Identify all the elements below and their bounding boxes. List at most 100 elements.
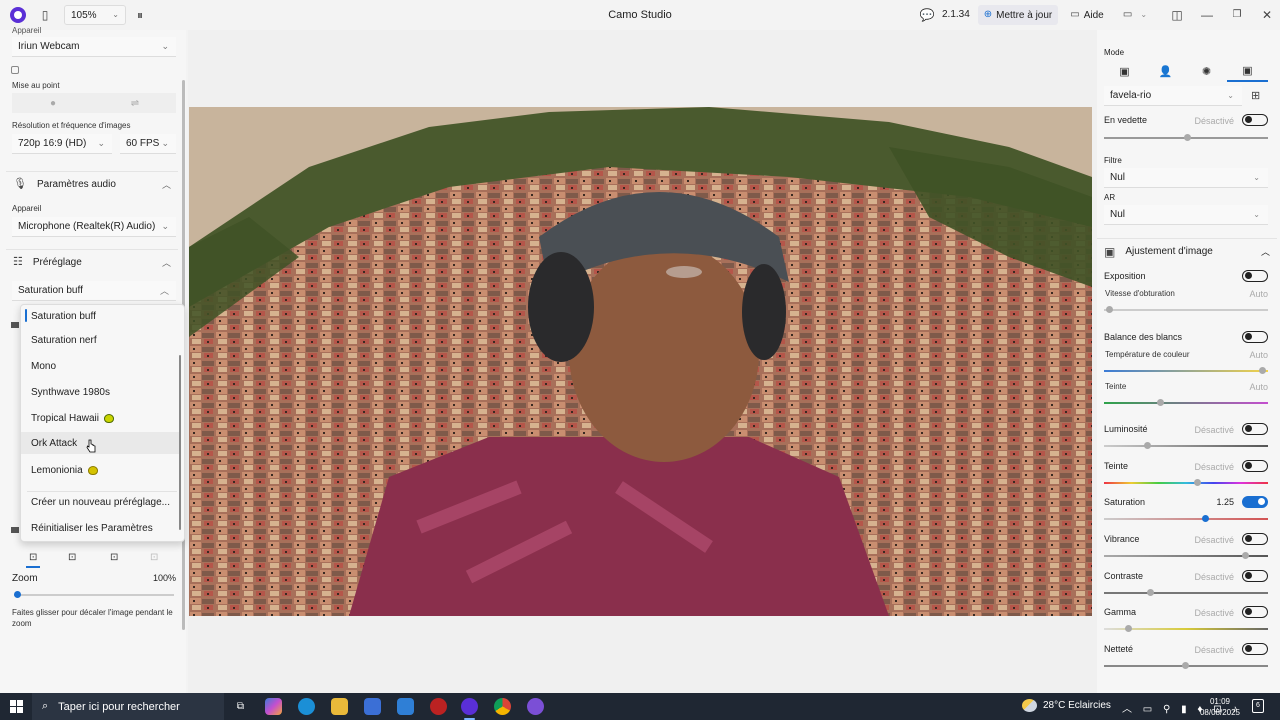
shutter-slider[interactable] bbox=[1104, 306, 1268, 313]
hue-slider[interactable] bbox=[1104, 479, 1268, 486]
exposure-toggle[interactable] bbox=[1242, 270, 1268, 282]
app-icon[interactable] bbox=[430, 698, 447, 715]
focus-manual-icon[interactable]: ⇌ bbox=[94, 93, 176, 113]
contrast-toggle[interactable] bbox=[1242, 570, 1268, 582]
resolution-select[interactable]: 720p 16:9 (HD) ⌄ bbox=[12, 134, 112, 154]
framing-auto-icon[interactable]: ⊡ bbox=[150, 552, 158, 563]
notification-icon[interactable]: 6 bbox=[1252, 699, 1264, 713]
saturation-slider[interactable] bbox=[1104, 515, 1268, 522]
preset-option[interactable]: Synthwave 1980s bbox=[21, 381, 179, 403]
spotlight-slider[interactable] bbox=[1104, 134, 1268, 141]
vibrance-slider[interactable] bbox=[1104, 552, 1268, 559]
preset-option[interactable]: Tropical Hawaii bbox=[21, 407, 179, 429]
hue-toggle[interactable] bbox=[1242, 460, 1268, 472]
reset-settings-option[interactable]: Réinitialiser les Paramètres bbox=[21, 517, 179, 539]
zoom-slider-thumb[interactable] bbox=[14, 591, 21, 598]
framing-person-icon[interactable]: ⊡ bbox=[68, 552, 76, 563]
luminosity-toggle[interactable] bbox=[1242, 423, 1268, 435]
framing-face-icon[interactable]: ⊡ bbox=[110, 552, 118, 563]
store-icon[interactable] bbox=[364, 698, 381, 715]
help-button[interactable]: ▭ Aide bbox=[1067, 5, 1107, 25]
mode-blur-icon[interactable]: ✺ bbox=[1186, 60, 1227, 82]
fps-select[interactable]: 60 FPS ⌄ bbox=[120, 134, 176, 154]
vibrance-label: Vibrance bbox=[1104, 534, 1140, 544]
background-mode-tabs[interactable]: ▣ 👤 ✺ ▣ bbox=[1104, 60, 1268, 82]
chrome-icon[interactable] bbox=[494, 698, 511, 715]
taskbar-search[interactable]: ⌕ Taper ici pour rechercher bbox=[32, 693, 224, 720]
camera-menu-button[interactable]: ▭ ⌄ bbox=[1118, 5, 1152, 25]
panel-toggle-button[interactable]: ◫ bbox=[1168, 5, 1186, 25]
white-balance-toggle[interactable] bbox=[1242, 331, 1268, 343]
slider-thumb[interactable] bbox=[1147, 589, 1154, 596]
clock[interactable]: 01:09 08/08/2025 bbox=[1198, 696, 1242, 718]
mode-person-icon[interactable]: 👤 bbox=[1145, 60, 1186, 82]
color-temp-slider[interactable] bbox=[1104, 367, 1268, 374]
lemon-emoji-icon bbox=[87, 465, 98, 475]
preset-section-header[interactable]: ☷ Préréglage ︿ bbox=[6, 249, 178, 275]
slider-thumb[interactable] bbox=[1144, 442, 1151, 449]
tint-slider[interactable] bbox=[1104, 399, 1268, 406]
zoom-slider[interactable] bbox=[14, 591, 174, 598]
minimize-button[interactable]: — bbox=[1198, 5, 1216, 25]
slider-thumb[interactable] bbox=[1182, 662, 1189, 669]
device-select[interactable]: Iriun Webcam ⌄ bbox=[12, 37, 176, 57]
saturation-toggle[interactable] bbox=[1242, 496, 1268, 508]
copilot-icon[interactable] bbox=[265, 698, 282, 715]
slider-thumb[interactable] bbox=[1242, 552, 1249, 559]
sidebar-toggle-button[interactable]: ▯ bbox=[36, 5, 54, 25]
task-view-icon[interactable]: ⧉ bbox=[232, 698, 249, 715]
slider-thumb[interactable] bbox=[1194, 479, 1201, 486]
sharpness-slider[interactable] bbox=[1104, 662, 1268, 669]
file-explorer-icon[interactable] bbox=[331, 698, 348, 715]
focus-auto-icon[interactable]: ● bbox=[12, 93, 94, 113]
mode-image-icon[interactable]: ▣ bbox=[1104, 60, 1145, 82]
ar-select[interactable]: Nul ⌄ bbox=[1104, 205, 1268, 225]
contrast-slider[interactable] bbox=[1104, 589, 1268, 596]
preset-option-label: Saturation nerf bbox=[31, 334, 97, 346]
camo-taskbar-icon[interactable] bbox=[461, 698, 478, 720]
gamma-label: Gamma bbox=[1104, 607, 1137, 617]
pause-button[interactable]: ⏸ bbox=[132, 5, 148, 25]
preset-option[interactable]: Ork Attack bbox=[21, 432, 179, 454]
audio-device-select[interactable]: Microphone (Realtek(R) Audio) ⌄ bbox=[12, 217, 176, 237]
camera-preview[interactable] bbox=[189, 107, 1092, 616]
focus-mode-toggle[interactable]: ● ⇌ bbox=[12, 93, 176, 113]
zoom-select[interactable]: 105% ⌄ bbox=[64, 5, 126, 25]
filter-select[interactable]: Nul ⌄ bbox=[1104, 168, 1268, 188]
framing-center-icon[interactable]: ⊡ bbox=[26, 552, 41, 568]
slider-thumb[interactable] bbox=[1125, 625, 1132, 632]
slider-thumb[interactable] bbox=[1106, 306, 1113, 313]
slider-thumb[interactable] bbox=[1184, 134, 1191, 141]
restore-button[interactable]: ❐ bbox=[1228, 5, 1246, 25]
dropdown-scrollbar[interactable] bbox=[179, 355, 181, 530]
lock-icon[interactable] bbox=[11, 66, 19, 74]
background-select[interactable]: favela-rio ⌄ bbox=[1104, 86, 1242, 106]
preset-option[interactable]: Saturation buff bbox=[21, 305, 179, 327]
create-preset-option[interactable]: Créer un nouveau préréglage... bbox=[21, 491, 179, 513]
slider-thumb[interactable] bbox=[1259, 367, 1266, 374]
feedback-button[interactable]: 💬 bbox=[918, 5, 936, 25]
slider-thumb[interactable] bbox=[1202, 515, 1209, 522]
preset-option[interactable]: Lemonionia bbox=[21, 459, 179, 481]
edge-icon[interactable] bbox=[298, 698, 315, 715]
gamma-slider[interactable] bbox=[1104, 625, 1268, 632]
mode-replace-icon[interactable]: ▣ bbox=[1227, 60, 1268, 82]
mail-icon[interactable] bbox=[397, 698, 414, 715]
add-background-icon[interactable]: ⊞ bbox=[1251, 89, 1260, 102]
image-adjust-section-header[interactable]: ▣ Ajustement d'image ︿ bbox=[1097, 238, 1277, 264]
weather-widget[interactable]: 28°C Eclaircies bbox=[1022, 699, 1111, 712]
preset-option[interactable]: Saturation nerf bbox=[21, 329, 179, 351]
spotlight-toggle[interactable] bbox=[1242, 114, 1268, 126]
gamma-toggle[interactable] bbox=[1242, 606, 1268, 618]
close-button[interactable]: ✕ bbox=[1258, 5, 1276, 25]
slider-thumb[interactable] bbox=[1157, 399, 1164, 406]
update-button[interactable]: ⊕ Mettre à jour bbox=[978, 5, 1058, 25]
preset-select[interactable]: Saturation buff ︿ bbox=[12, 281, 176, 301]
windows-start-icon[interactable] bbox=[10, 700, 23, 713]
messenger-icon[interactable] bbox=[527, 698, 544, 715]
audio-section-header[interactable]: 🎙 Paramètres audio ︿ bbox=[6, 171, 178, 197]
luminosity-slider[interactable] bbox=[1104, 442, 1268, 449]
preset-option[interactable]: Mono bbox=[21, 355, 179, 377]
vibrance-toggle[interactable] bbox=[1242, 533, 1268, 545]
sharpness-toggle[interactable] bbox=[1242, 643, 1268, 655]
